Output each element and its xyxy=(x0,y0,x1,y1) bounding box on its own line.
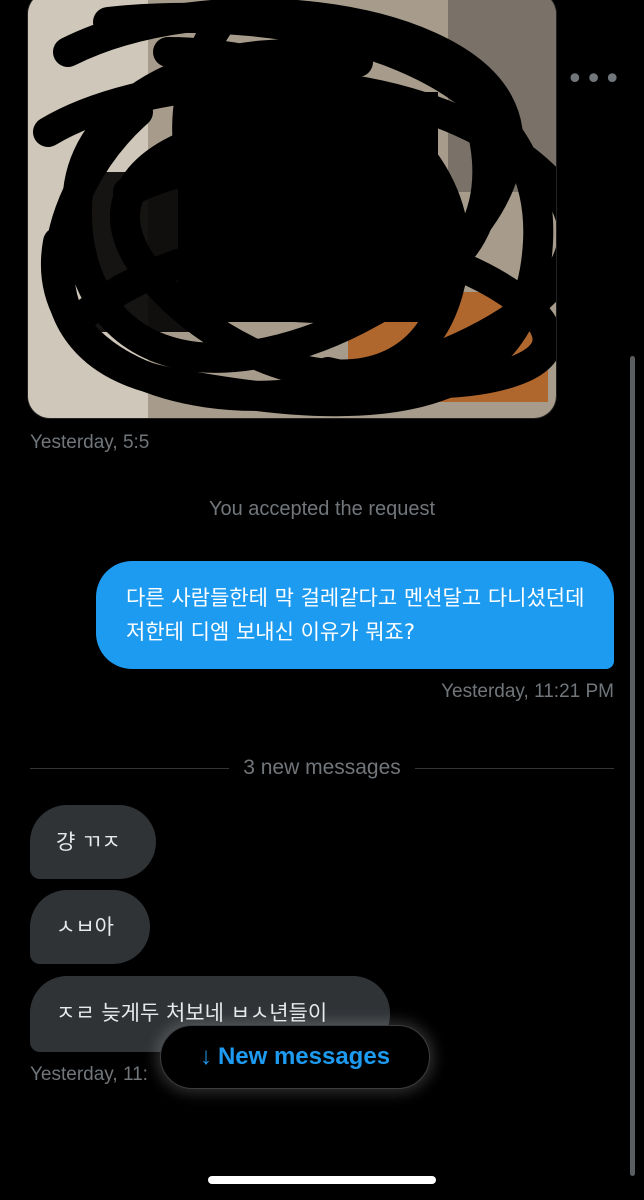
new-messages-button[interactable]: ↓ New messages xyxy=(160,1025,430,1089)
home-indicator[interactable] xyxy=(208,1176,436,1184)
received-message-text: 걍 ㄲㅈ xyxy=(56,830,121,854)
received-message-timestamp: Yesterday, 11: xyxy=(30,1064,148,1085)
request-accepted-note: You accepted the request xyxy=(208,498,436,520)
photo-timestamp: Yesterday, 5:5 xyxy=(30,432,150,453)
received-message-text: ㅈㄹ 늦게두 처보네 ㅂㅅ년들이 xyxy=(56,1001,328,1025)
new-messages-label: New messages xyxy=(217,1043,391,1070)
sent-message-text: 다른 사람들한테 막 걸레같다고 멘션달고 다니셨던데 저한테 디엠 보내신 이… xyxy=(126,586,585,644)
received-message-bubble[interactable]: ㅅㅂ아 xyxy=(30,890,150,964)
shared-image[interactable] xyxy=(28,0,556,418)
new-messages-divider-label: 3 new messages xyxy=(229,756,415,779)
sent-message-bubble[interactable]: 다른 사람들한테 막 걸레같다고 멘션달고 다니셨던데 저한테 디엠 보내신 이… xyxy=(96,561,614,669)
more-horizontal-icon[interactable]: ••• xyxy=(566,65,621,95)
new-messages-divider: 3 new messages xyxy=(0,756,644,780)
received-message-text: ㅅㅂ아 xyxy=(56,915,114,939)
redacted-photo xyxy=(28,0,556,418)
arrow-down-icon: ↓ xyxy=(199,1043,212,1070)
sent-message-timestamp: Yesterday, 11:21 PM xyxy=(441,681,614,702)
received-message-bubble[interactable]: 걍 ㄲㅈ xyxy=(30,805,156,879)
